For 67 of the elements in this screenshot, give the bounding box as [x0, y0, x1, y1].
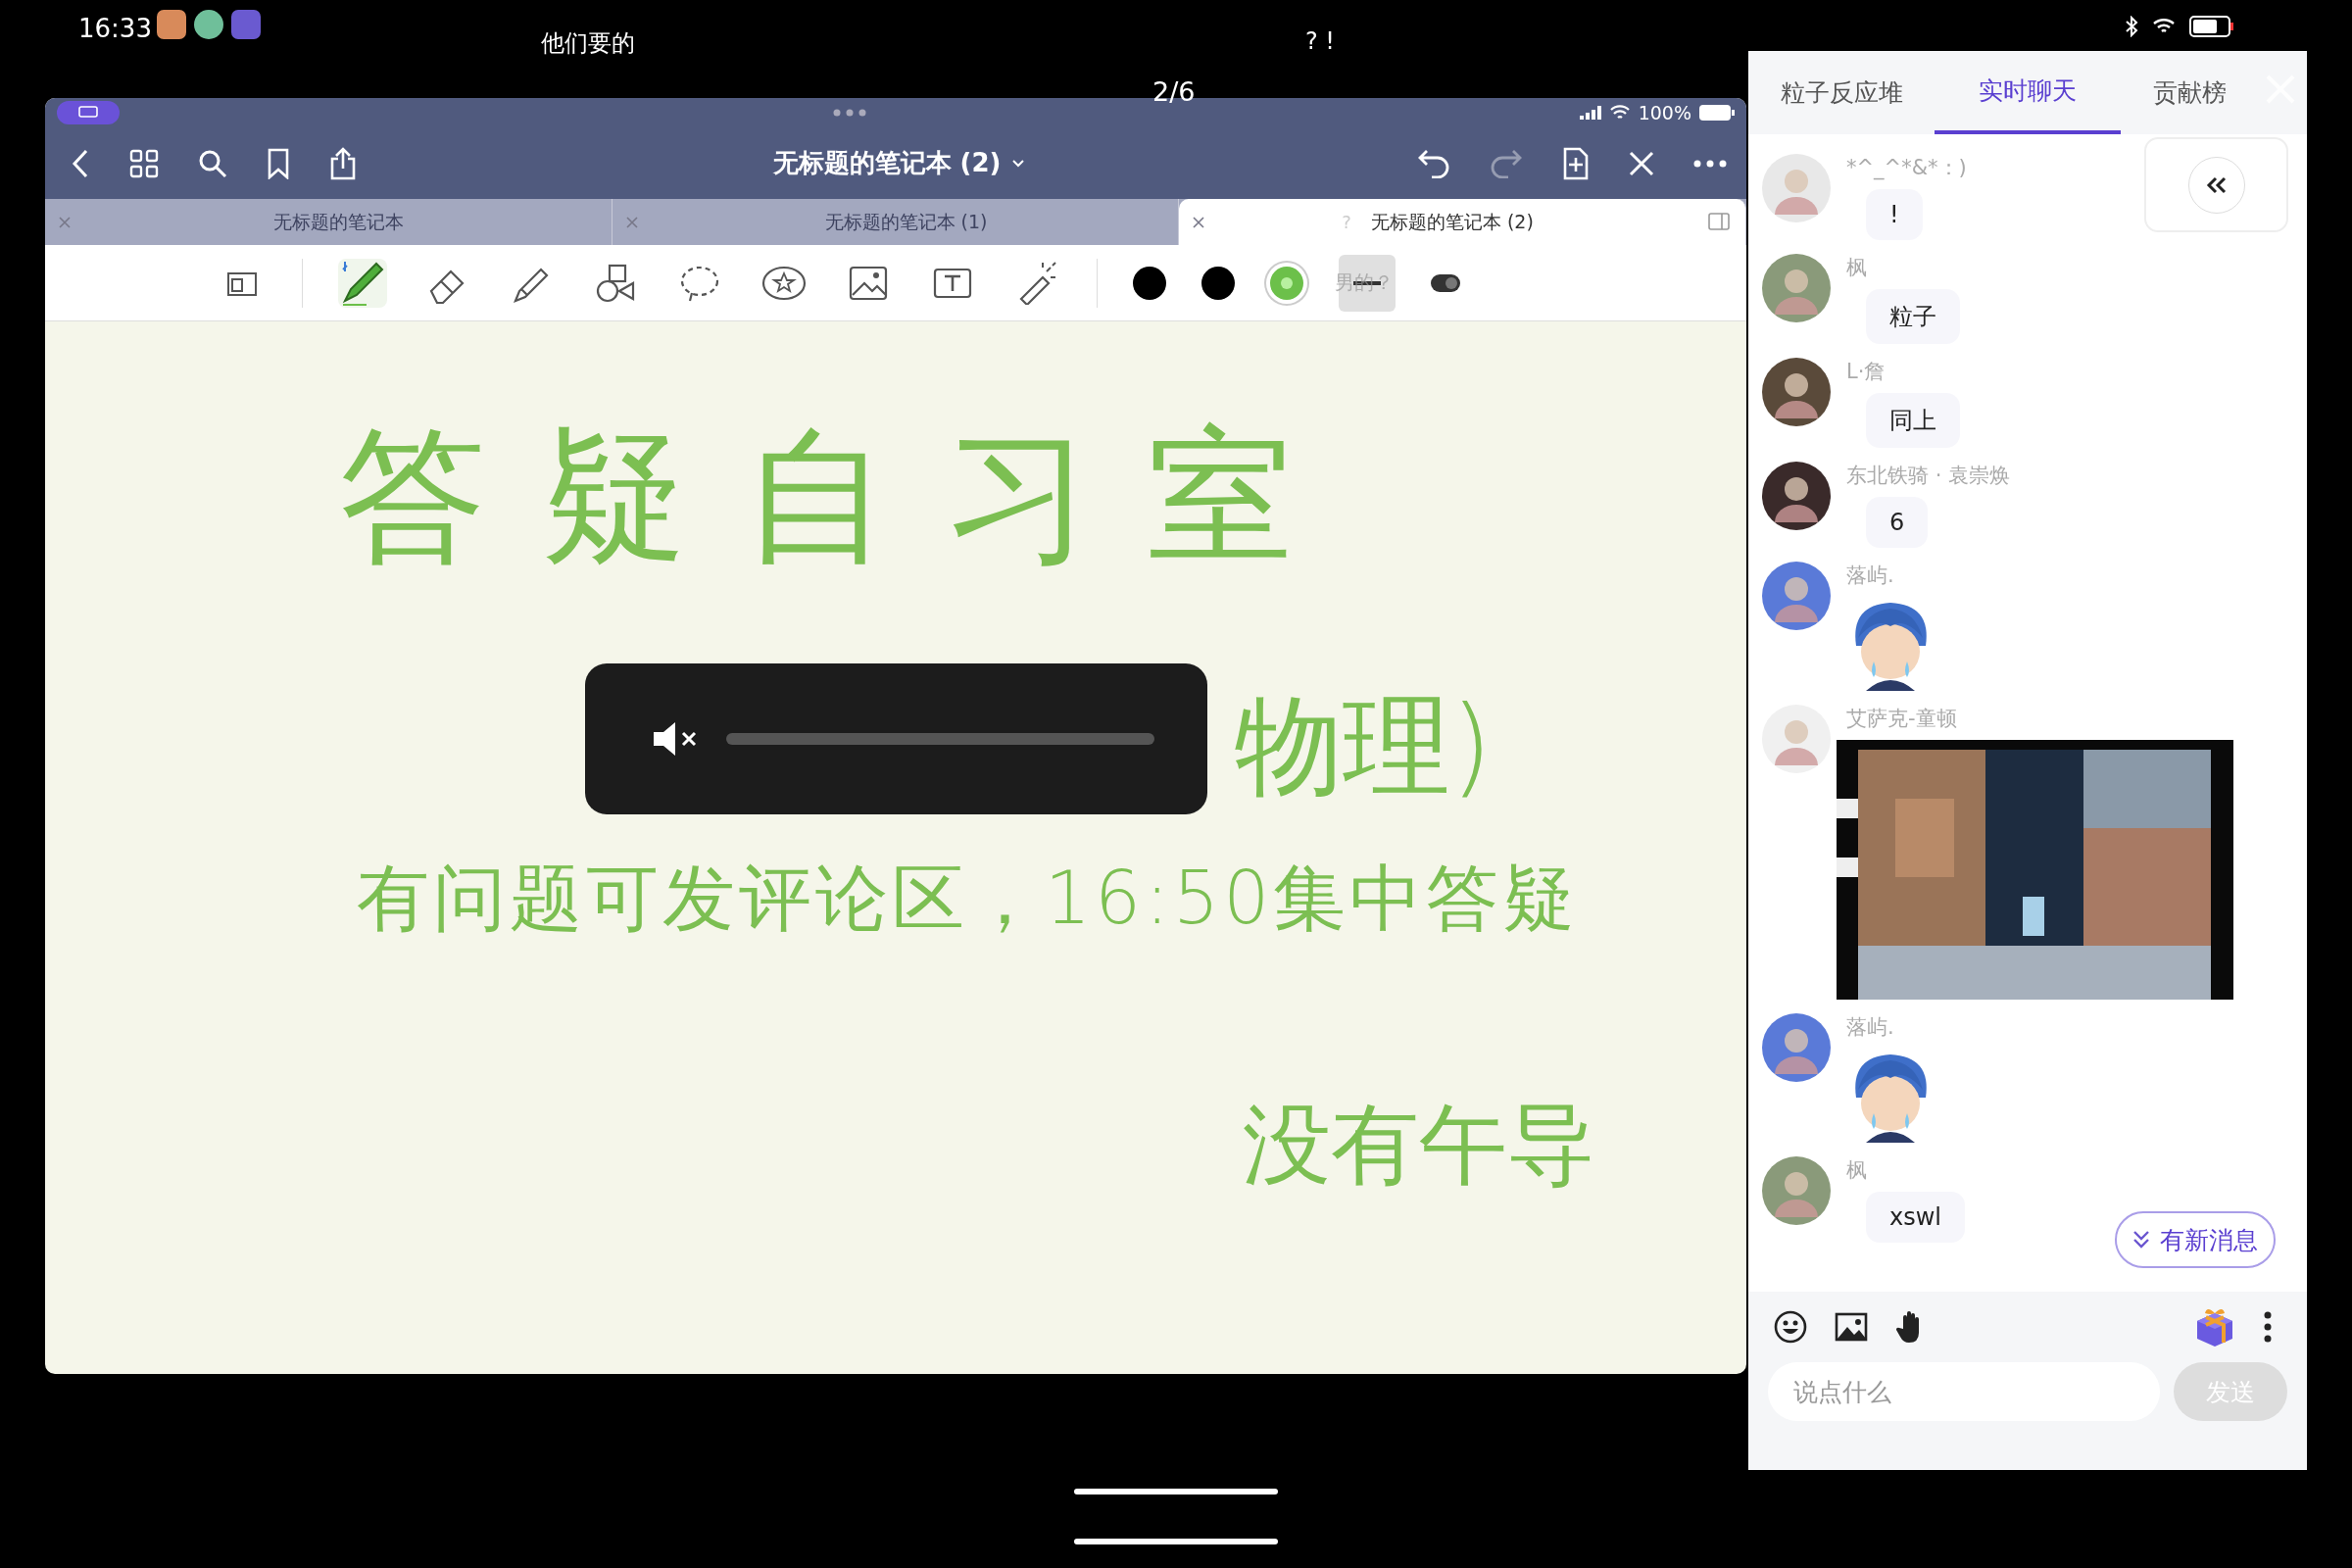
- app-icon: [157, 10, 186, 39]
- back-icon[interactable]: [71, 147, 90, 179]
- bluetooth-icon: [2125, 16, 2138, 37]
- user-name: 枫: [1846, 1157, 1867, 1184]
- image-icon[interactable]: [1835, 1312, 1868, 1342]
- undo-icon[interactable]: [1417, 148, 1450, 178]
- volume-slider[interactable]: [726, 733, 1154, 745]
- message-bubble: 6: [1866, 497, 1929, 548]
- sidebar-icon[interactable]: [1708, 212, 1732, 232]
- more-handle-icon[interactable]: [832, 109, 866, 117]
- message-bubble: xswl: [1866, 1192, 1965, 1243]
- app-icon: [231, 10, 261, 39]
- status-time: 16:33: [78, 14, 152, 43]
- battery-icon: [1699, 105, 1735, 121]
- color-swatch[interactable]: [1201, 266, 1235, 300]
- message-bubble: 粒子: [1866, 289, 1960, 344]
- handwritten-text: 没有午导: [1243, 1092, 1595, 1198]
- bookmark-icon[interactable]: [267, 147, 290, 179]
- battery-level: 100%: [1638, 102, 1691, 123]
- user-name: L·詹: [1846, 359, 1886, 385]
- more-icon[interactable]: [1693, 159, 1727, 168]
- avatar[interactable]: [1762, 358, 1831, 426]
- message-bubble: 同上: [1866, 393, 1960, 448]
- window-pill-icon[interactable]: [57, 101, 120, 124]
- wifi-icon: [2152, 18, 2176, 35]
- toggle-icon[interactable]: [1431, 273, 1460, 292]
- user-name: 枫: [1846, 255, 1867, 281]
- add-page-icon[interactable]: [1562, 146, 1590, 180]
- avatar[interactable]: [1762, 462, 1831, 530]
- notebook-tab[interactable]: ? 无标题的笔记本 (2): [1179, 199, 1746, 245]
- danmaku-comment: ? !: [1305, 27, 1335, 55]
- message-bubble: !: [1866, 189, 1923, 240]
- tab-title: 无标题的笔记本: [272, 209, 406, 234]
- handwritten-text: 物理): [1235, 682, 1493, 810]
- tab-title: 无标题的笔记本 (1): [823, 209, 989, 234]
- grid-icon[interactable]: [129, 148, 159, 178]
- danmaku-comment: 他们要的: [541, 28, 635, 59]
- double-chevron-icon: [2204, 175, 2229, 194]
- tab-title: 无标题的笔记本 (2): [1369, 209, 1534, 234]
- tab-hint: ?: [1342, 212, 1351, 232]
- wifi-icon: [1608, 105, 1631, 121]
- notebook-title[interactable]: 无标题的笔记本 (2): [659, 145, 1139, 181]
- double-chevron-down-icon: [2132, 1230, 2150, 1250]
- more-vertical-icon[interactable]: [2264, 1311, 2272, 1343]
- user-name: 艾萨克-童顿: [1846, 706, 1957, 732]
- message-input[interactable]: 说点什么: [1768, 1362, 2160, 1421]
- chat-tab[interactable]: 粒子反应堆: [1748, 51, 1935, 134]
- handwritten-text: 答疑自习室: [339, 410, 1348, 583]
- battery-icon: [2189, 16, 2234, 37]
- user-name: 落屿.: [1846, 1014, 1894, 1041]
- user-name: 落屿.: [1846, 563, 1894, 589]
- color-swatch[interactable]: [1133, 266, 1166, 300]
- page-indicator: 2/6: [1152, 76, 1196, 107]
- user-name: 东北铁骑 · 袁崇焕: [1846, 463, 2011, 489]
- caret-icon: [1012, 159, 1025, 168]
- chat-tab[interactable]: 贡献榜: [2121, 51, 2258, 134]
- chat-tab[interactable]: 实时聊天: [1935, 51, 2121, 134]
- user-name: *^_^*&*：): [1846, 155, 1967, 181]
- share-icon[interactable]: [329, 146, 357, 180]
- close-icon[interactable]: [1193, 216, 1205, 228]
- handwritten-text: 有问题可发评论区，16:50集中答疑: [357, 855, 1580, 942]
- pen-tool[interactable]: [338, 258, 387, 308]
- search-icon[interactable]: [198, 148, 227, 178]
- emoji-icon[interactable]: [1774, 1310, 1807, 1344]
- app-icon: [194, 10, 223, 39]
- new-messages-button[interactable]: 有新消息: [2115, 1211, 2276, 1268]
- signal-icon: [1579, 106, 1601, 120]
